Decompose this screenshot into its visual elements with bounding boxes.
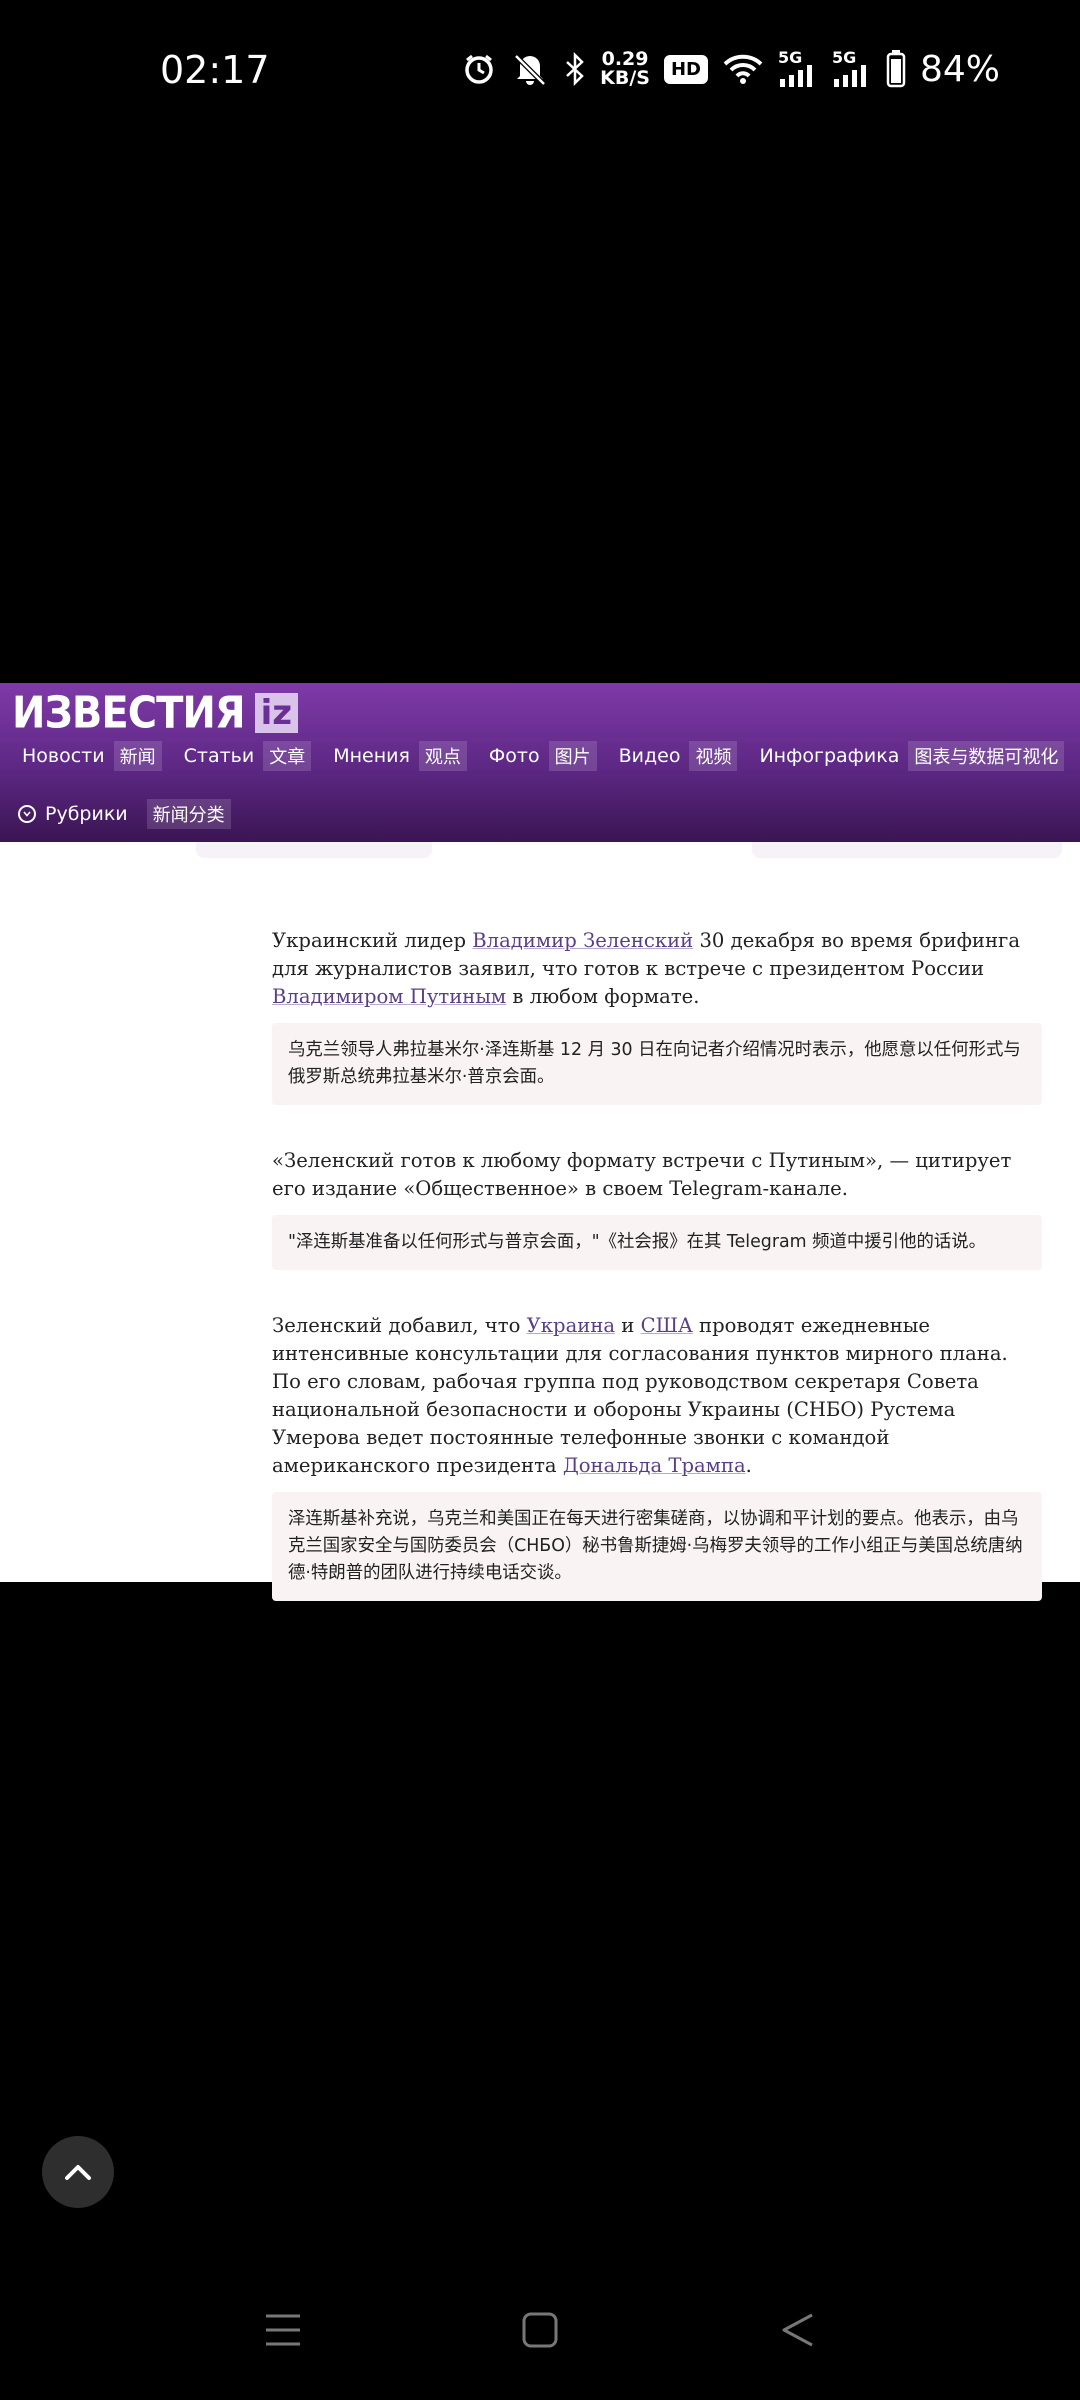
link-usa[interactable]: США xyxy=(641,1314,693,1337)
article-paragraph: Зеленский добавил, что Украина и США про… xyxy=(272,1312,1042,1480)
text: проводят ежедневные интенсивные консульт… xyxy=(272,1314,1008,1477)
chevron-up-icon xyxy=(65,2165,91,2180)
signal2-label: 5G xyxy=(831,48,857,67)
battery-icon xyxy=(886,50,906,88)
nav-item-infographics[interactable]: Инфографика 图表与数据可视化 xyxy=(759,741,1065,771)
nav-label: Фото xyxy=(488,745,540,767)
bluetooth-icon xyxy=(564,52,586,86)
rubrics-menu[interactable]: Рубрики 新闻分类 xyxy=(18,799,231,829)
text: и xyxy=(615,1314,641,1337)
site-header: ИЗВЕСТИЯ iz Новости 新闻 Статьи 文章 Мнения … xyxy=(0,683,1080,842)
signal1-label: 5G xyxy=(777,48,803,67)
nav-translation: 图片 xyxy=(548,741,597,771)
translation-block: 泽连斯基补充说，乌克兰和美国正在每天进行密集磋商，以协调和平计划的要点。他表示，… xyxy=(272,1492,1042,1601)
article-paragraph: Украинский лидер Владимир Зеленский 30 д… xyxy=(272,927,1042,1011)
article-content: Украинский лидер Владимир Зеленский 30 д… xyxy=(0,842,1080,1601)
link-zelensky[interactable]: Владимир Зеленский xyxy=(472,929,693,952)
nav-translation: 图表与数据可视化 xyxy=(908,741,1065,771)
home-icon[interactable] xyxy=(522,2312,558,2352)
translation-block: "泽连斯基准备以任何形式与普京会面，"《社会报》在其 Telegram 频道中援… xyxy=(272,1215,1042,1270)
wifi-icon xyxy=(722,52,764,86)
net-speed: 0.29 KB/S xyxy=(600,50,650,88)
nav-label: Инфографика xyxy=(759,745,900,767)
rubrics-translation: 新闻分类 xyxy=(146,799,231,829)
menu-icon[interactable] xyxy=(264,2312,302,2352)
article-body: Украинский лидер Владимир Зеленский 30 д… xyxy=(272,927,1042,1601)
logo-text: ИЗВЕСТИЯ xyxy=(12,687,246,739)
rubrics-label: Рубрики xyxy=(45,803,128,825)
chevron-down-icon xyxy=(18,805,36,823)
text: Украинский лидер xyxy=(272,929,473,952)
link-putin[interactable]: Владимиром Путиным xyxy=(272,985,506,1008)
nav-item-news[interactable]: Новости 新闻 xyxy=(22,741,162,771)
nav-item-photo[interactable]: Фото 图片 xyxy=(489,741,597,771)
nav-label: Видео xyxy=(618,745,681,767)
nav-label: Мнения xyxy=(333,745,410,767)
battery-percent: 84% xyxy=(919,48,1000,90)
logo-badge: iz xyxy=(254,693,299,733)
link-ukraine[interactable]: Украина xyxy=(527,1314,615,1337)
status-icons: 0.29 KB/S HD 5G 5G 84% xyxy=(462,46,1000,92)
back-icon[interactable] xyxy=(780,2312,816,2352)
nav-translation: 文章 xyxy=(263,741,312,771)
link-trump[interactable]: Дональда Трампа xyxy=(563,1454,746,1477)
signal-icon: 5G xyxy=(777,48,818,87)
article-paragraph: «Зеленский готов к любому формату встреч… xyxy=(272,1149,1012,1200)
nav-item-video[interactable]: Видео 视频 xyxy=(619,741,738,771)
alarm-icon xyxy=(462,52,496,86)
translation-block: 乌克兰领导人弗拉基米尔·泽连斯基 12 月 30 日在向记者介绍情况时表示，他愿… xyxy=(272,1023,1042,1105)
hd-badge: HD xyxy=(663,54,708,84)
ghost-tab xyxy=(752,842,1062,858)
text: . xyxy=(745,1454,752,1477)
nav-item-articles[interactable]: Статьи 文章 xyxy=(184,741,312,771)
text: Зеленский добавил, что xyxy=(272,1314,527,1337)
system-nav-bar xyxy=(0,2290,1080,2370)
text: в любом формате. xyxy=(506,985,700,1008)
signal-icon-2: 5G xyxy=(831,48,872,87)
nav-label: Статьи xyxy=(183,745,255,767)
nav-label: Новости xyxy=(22,745,105,767)
status-time: 02:17 xyxy=(160,48,270,92)
main-nav: Новости 新闻 Статьи 文章 Мнения 观点 Фото 图片 В… xyxy=(22,741,1080,771)
nav-translation: 视频 xyxy=(689,741,738,771)
izvestia-logo[interactable]: ИЗВЕСТИЯ iz xyxy=(12,687,299,739)
nav-translation: 观点 xyxy=(418,741,467,771)
scroll-top-button[interactable] xyxy=(42,2136,114,2208)
nav-translation: 新闻 xyxy=(113,741,162,771)
nav-item-opinions[interactable]: Мнения 观点 xyxy=(333,741,467,771)
net-speed-unit: KB/S xyxy=(600,67,650,89)
status-bar: 02:17 0.29 KB/S HD 5G 5G 84% xyxy=(0,0,1080,140)
mute-icon xyxy=(510,52,550,86)
ghost-tab xyxy=(196,842,432,858)
